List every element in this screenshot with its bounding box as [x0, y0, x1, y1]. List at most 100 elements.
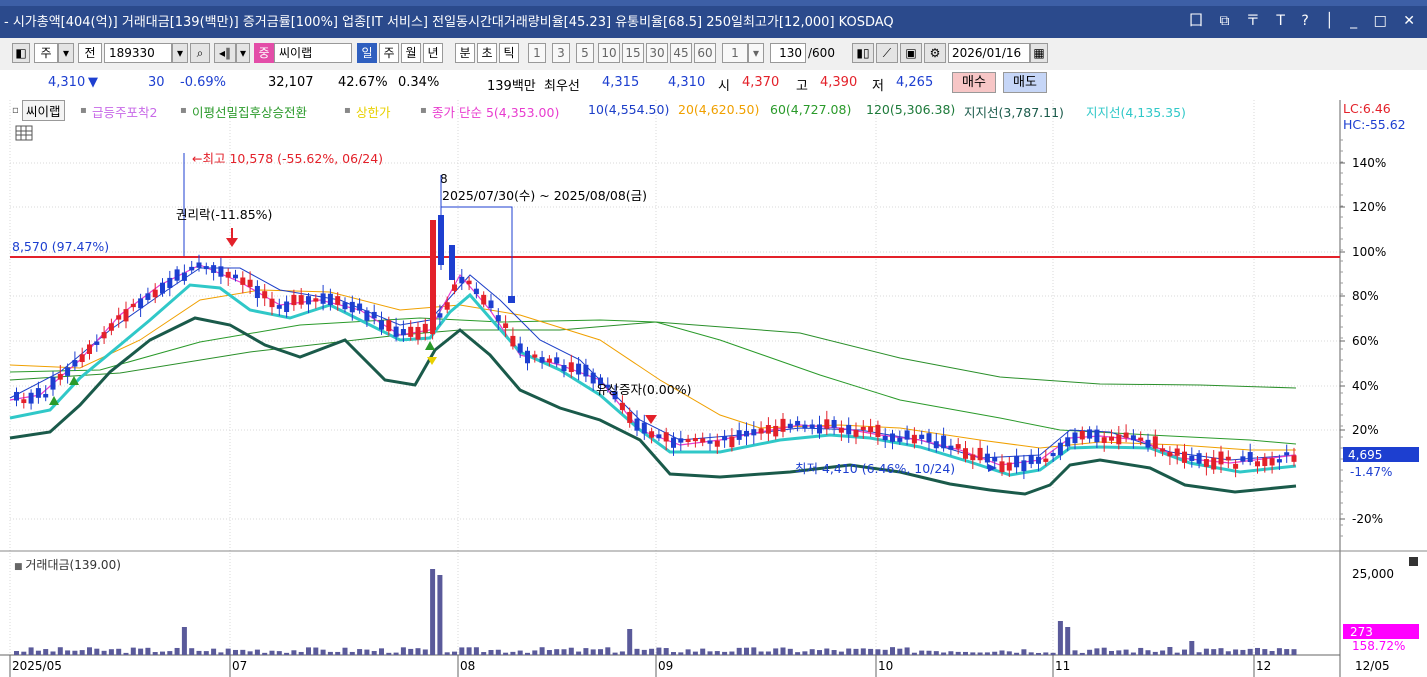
candle-type-icon[interactable]: ▮▯: [852, 43, 874, 63]
line-tool-icon[interactable]: ⟋: [876, 43, 898, 63]
candle-body: [890, 433, 895, 442]
candle-body: [1123, 432, 1129, 438]
candle-body: [488, 300, 494, 309]
volume-bar: [787, 648, 793, 655]
volume-bar: [262, 652, 268, 655]
volume-bar: [824, 648, 830, 655]
legend-stock-name[interactable]: 씨이랩: [22, 100, 65, 121]
multiplier-dropdown-icon[interactable]: ▾: [748, 43, 764, 63]
lc-label: LC:6.46: [1343, 101, 1391, 116]
best-label: 최우선: [544, 79, 580, 94]
sell-button[interactable]: 매도: [1003, 72, 1047, 93]
volume-bar: [495, 649, 501, 655]
candle-body: [1065, 437, 1071, 447]
volume-bar: [101, 650, 107, 655]
minute-3-button[interactable]: 3: [552, 43, 570, 63]
volume-bar: [1255, 647, 1260, 655]
period-second-tab[interactable]: 초: [477, 43, 497, 63]
code-dropdown-icon[interactable]: ▾: [172, 43, 188, 63]
minute-30-button[interactable]: 30: [646, 43, 668, 63]
period-tick-tab[interactable]: 틱: [499, 43, 519, 63]
volume-bar: [561, 649, 567, 655]
layout-icon[interactable]: ◧: [12, 43, 30, 63]
volume-bar: [393, 652, 399, 655]
candle-body: [1145, 439, 1151, 448]
volume-bar: [663, 648, 669, 655]
period-minute-tab[interactable]: 분: [455, 43, 475, 63]
vol-tag: 273: [1350, 625, 1373, 639]
search-icon[interactable]: ⌕: [190, 43, 210, 63]
candle-body: [28, 392, 34, 404]
minute-5-button[interactable]: 5: [576, 43, 594, 63]
volume-bar: [1072, 650, 1078, 655]
sound-icon[interactable]: ◂∥: [214, 43, 236, 63]
candle-body: [495, 315, 501, 322]
calendar-icon[interactable]: ▦: [1030, 43, 1048, 63]
count-input[interactable]: 130: [770, 43, 806, 63]
legend-ma120[interactable]: 120(5,306.38): [866, 102, 955, 117]
volume-bar: [276, 651, 282, 655]
hc-label: HC:-55.62: [1343, 117, 1406, 132]
window-controls[interactable]: 囗 ⧉ 〒 T ? │ _ □ ✕: [1189, 10, 1421, 30]
legend-ma60[interactable]: 60(4,727.08): [770, 102, 851, 117]
legend-support2[interactable]: 지지선(4,135.35): [1086, 102, 1186, 121]
save-icon[interactable]: ▣: [900, 43, 922, 63]
rights-annotation: 권리락(-11.85%): [176, 207, 272, 222]
y-tick-label: 60%: [1352, 334, 1379, 348]
candle-body: [108, 323, 114, 331]
candle-body: [546, 358, 552, 363]
volume-bar: [225, 648, 231, 655]
sound-dropdown-icon[interactable]: ▾: [236, 43, 250, 63]
volume-bar: [1145, 650, 1151, 655]
volume-bar: [65, 650, 71, 655]
minute-45-button[interactable]: 45: [670, 43, 692, 63]
candle-body: [1087, 429, 1093, 439]
chart-toolbar: ◧ 주 ▾ 전 189330 ▾ ⌕ ◂∥ ▾ 중 씨이랩 일 주 월 년 분 …: [0, 38, 1427, 71]
legend-ma5[interactable]: 종가 단순 5(4,353.00): [432, 102, 559, 121]
gear-icon[interactable]: ⚙: [924, 43, 946, 63]
legend-item-2[interactable]: 이평선밀집후상승전환: [192, 102, 307, 121]
volume-bar: [349, 651, 355, 655]
volume-bar: [758, 651, 764, 655]
volume-bar: [802, 651, 808, 655]
date-input[interactable]: 2026/01/16: [948, 43, 1030, 63]
legend-ma10[interactable]: 10(4,554.50): [588, 102, 669, 117]
period-day-tab[interactable]: 일: [357, 43, 377, 63]
stock-name-field[interactable]: 씨이랩: [274, 43, 352, 63]
volume-bar: [1167, 647, 1173, 655]
volume-bar: [656, 647, 662, 655]
volume-bar: [422, 649, 428, 655]
minute-1-button[interactable]: 1: [528, 43, 546, 63]
candle-body: [160, 282, 165, 294]
minute-60-button[interactable]: 60: [694, 43, 716, 63]
legend-ma20[interactable]: 20(4,620.50): [678, 102, 759, 117]
candle-body: [313, 298, 319, 302]
legend-item-1[interactable]: 급등주포착2: [92, 102, 157, 121]
candle-body: [824, 419, 830, 429]
chevron-down-icon[interactable]: ▾: [58, 43, 74, 63]
volume-bar: [371, 651, 377, 655]
stock-code-input[interactable]: 189330: [104, 43, 172, 63]
vol-axis-top: 25,000: [1352, 567, 1394, 581]
candle-body: [452, 284, 457, 291]
candle-body: [860, 426, 866, 430]
period-month-tab[interactable]: 월: [401, 43, 421, 63]
candle-body: [576, 363, 582, 375]
volume-bar: [1065, 627, 1071, 655]
date-corner: 12/05: [1355, 659, 1390, 673]
legend-item-3[interactable]: 상한가: [356, 102, 391, 121]
minute-10-button[interactable]: 10: [598, 43, 620, 63]
candle-body: [787, 423, 793, 429]
candle-body: [678, 438, 684, 443]
buy-button[interactable]: 매수: [952, 72, 996, 93]
legend-support1[interactable]: 지지선(3,787.11): [964, 102, 1064, 121]
multiplier-input[interactable]: 1: [722, 43, 748, 63]
volume-bar: [116, 648, 122, 655]
all-button[interactable]: 전: [78, 43, 102, 63]
period-week-tab[interactable]: 주: [379, 43, 399, 63]
period-year-tab[interactable]: 년: [423, 43, 443, 63]
minute-15-button[interactable]: 15: [622, 43, 644, 63]
volume-bar: [291, 650, 297, 655]
candle-body: [1116, 434, 1122, 445]
market-select[interactable]: 주: [34, 43, 58, 63]
